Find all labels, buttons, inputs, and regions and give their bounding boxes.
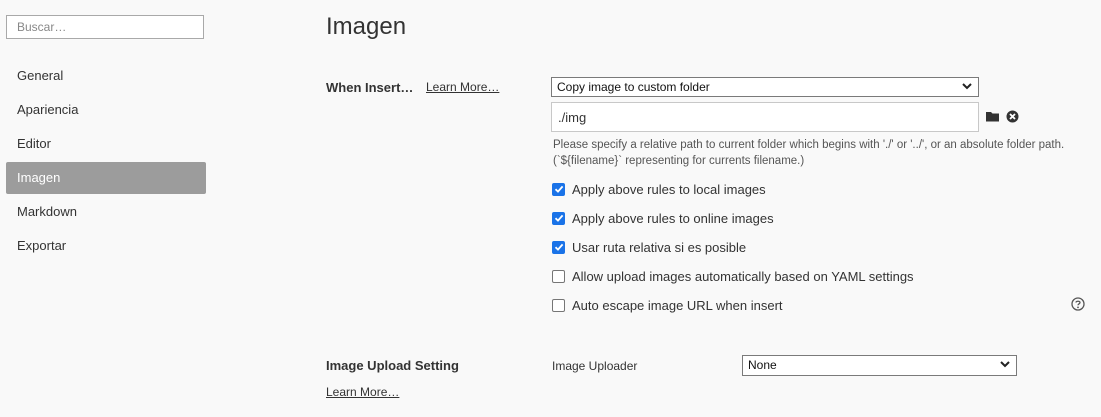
- when-insert-learn-more-link[interactable]: Learn More…: [426, 80, 499, 94]
- online-images-label: Apply above rules to online images: [572, 210, 774, 226]
- checkbox-row-relative-path[interactable]: Usar ruta relativa si es posible: [552, 239, 746, 255]
- sidebar-item-markdown[interactable]: Markdown: [6, 196, 206, 228]
- checkbox-row-yaml-upload[interactable]: Allow upload images automatically based …: [552, 268, 914, 284]
- chevron-down-icon: [1000, 361, 1010, 368]
- chevron-down-icon: [962, 83, 972, 90]
- yaml-upload-checkbox[interactable]: [552, 269, 565, 283]
- clear-icon[interactable]: [1006, 110, 1019, 123]
- folder-icon[interactable]: [986, 111, 1000, 122]
- sidebar-item-editor[interactable]: Editor: [6, 128, 206, 160]
- checkbox-row-auto-escape[interactable]: Auto escape image URL when insert: [552, 297, 783, 313]
- image-folder-path-input[interactable]: [551, 102, 979, 132]
- local-images-label: Apply above rules to local images: [572, 181, 766, 197]
- image-upload-setting-label: Image Upload Setting: [326, 358, 459, 373]
- relative-path-label: Usar ruta relativa si es posible: [572, 239, 747, 255]
- search-input[interactable]: [6, 15, 204, 39]
- auto-escape-checkbox[interactable]: [552, 298, 565, 312]
- when-insert-label: When Insert…: [326, 80, 414, 95]
- checkbox-row-online-images[interactable]: Apply above rules to online images: [552, 210, 774, 226]
- checkbox-row-local-images[interactable]: Apply above rules to local images: [552, 181, 766, 197]
- relative-path-checkbox[interactable]: [552, 240, 565, 254]
- image-uploader-select-value: None: [748, 358, 777, 372]
- when-insert-select[interactable]: Copy image to custom folder: [551, 77, 979, 97]
- yaml-upload-label: Allow upload images automatically based …: [572, 268, 914, 284]
- checkmark-icon: [554, 185, 563, 193]
- image-uploader-label: Image Uploader: [552, 359, 638, 373]
- page-title: Imagen: [326, 13, 407, 40]
- sidebar-item-apariencia[interactable]: Apariencia: [6, 94, 206, 126]
- checkmark-icon: [554, 214, 563, 222]
- auto-escape-label: Auto escape image URL when insert: [572, 297, 783, 313]
- sidebar-nav: General Apariencia Editor Imagen Markdow…: [6, 60, 206, 264]
- sidebar-item-exportar[interactable]: Exportar: [6, 230, 206, 262]
- image-uploader-select[interactable]: None: [742, 355, 1017, 376]
- sidebar-item-imagen[interactable]: Imagen: [6, 162, 206, 194]
- path-hint-text: Please specify a relative path to curren…: [553, 139, 1065, 167]
- upload-learn-more-link[interactable]: Learn More…: [326, 385, 399, 399]
- help-icon[interactable]: [1071, 297, 1085, 311]
- when-insert-select-value: Copy image to custom folder: [557, 80, 710, 94]
- local-images-checkbox[interactable]: [552, 182, 565, 196]
- sidebar: General Apariencia Editor Imagen Markdow…: [0, 0, 212, 417]
- online-images-checkbox[interactable]: [552, 211, 565, 225]
- checkmark-icon: [554, 243, 563, 251]
- sidebar-item-general[interactable]: General: [6, 60, 206, 92]
